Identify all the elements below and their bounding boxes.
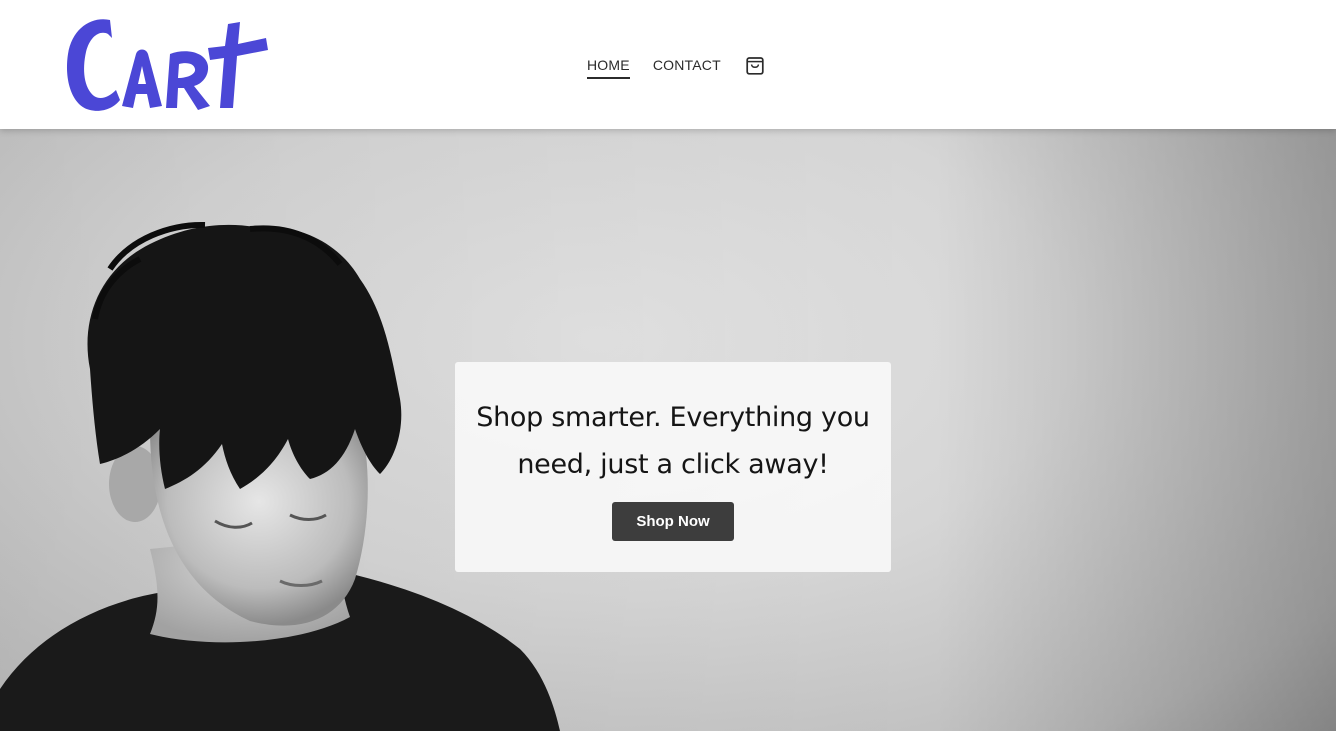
hero-heading: Shop smarter. Everything you need, just … xyxy=(476,402,870,480)
shopping-bag-icon xyxy=(746,57,764,75)
hero-cta-card: Shop smarter. Everything you need, just … xyxy=(455,362,891,572)
brand-logo[interactable] xyxy=(62,14,272,114)
shop-now-button[interactable]: Shop Now xyxy=(612,502,734,541)
nav-home-link[interactable]: HOME xyxy=(587,55,630,79)
cart-button[interactable] xyxy=(745,54,765,76)
hero-banner: Shop smarter. Everything you need, just … xyxy=(0,129,1336,731)
site-header: HOME CONTACT xyxy=(0,0,1336,129)
nav-contact-link[interactable]: CONTACT xyxy=(653,55,721,75)
main-nav: HOME CONTACT xyxy=(587,52,765,79)
cart-logo-wordmark xyxy=(66,19,268,111)
